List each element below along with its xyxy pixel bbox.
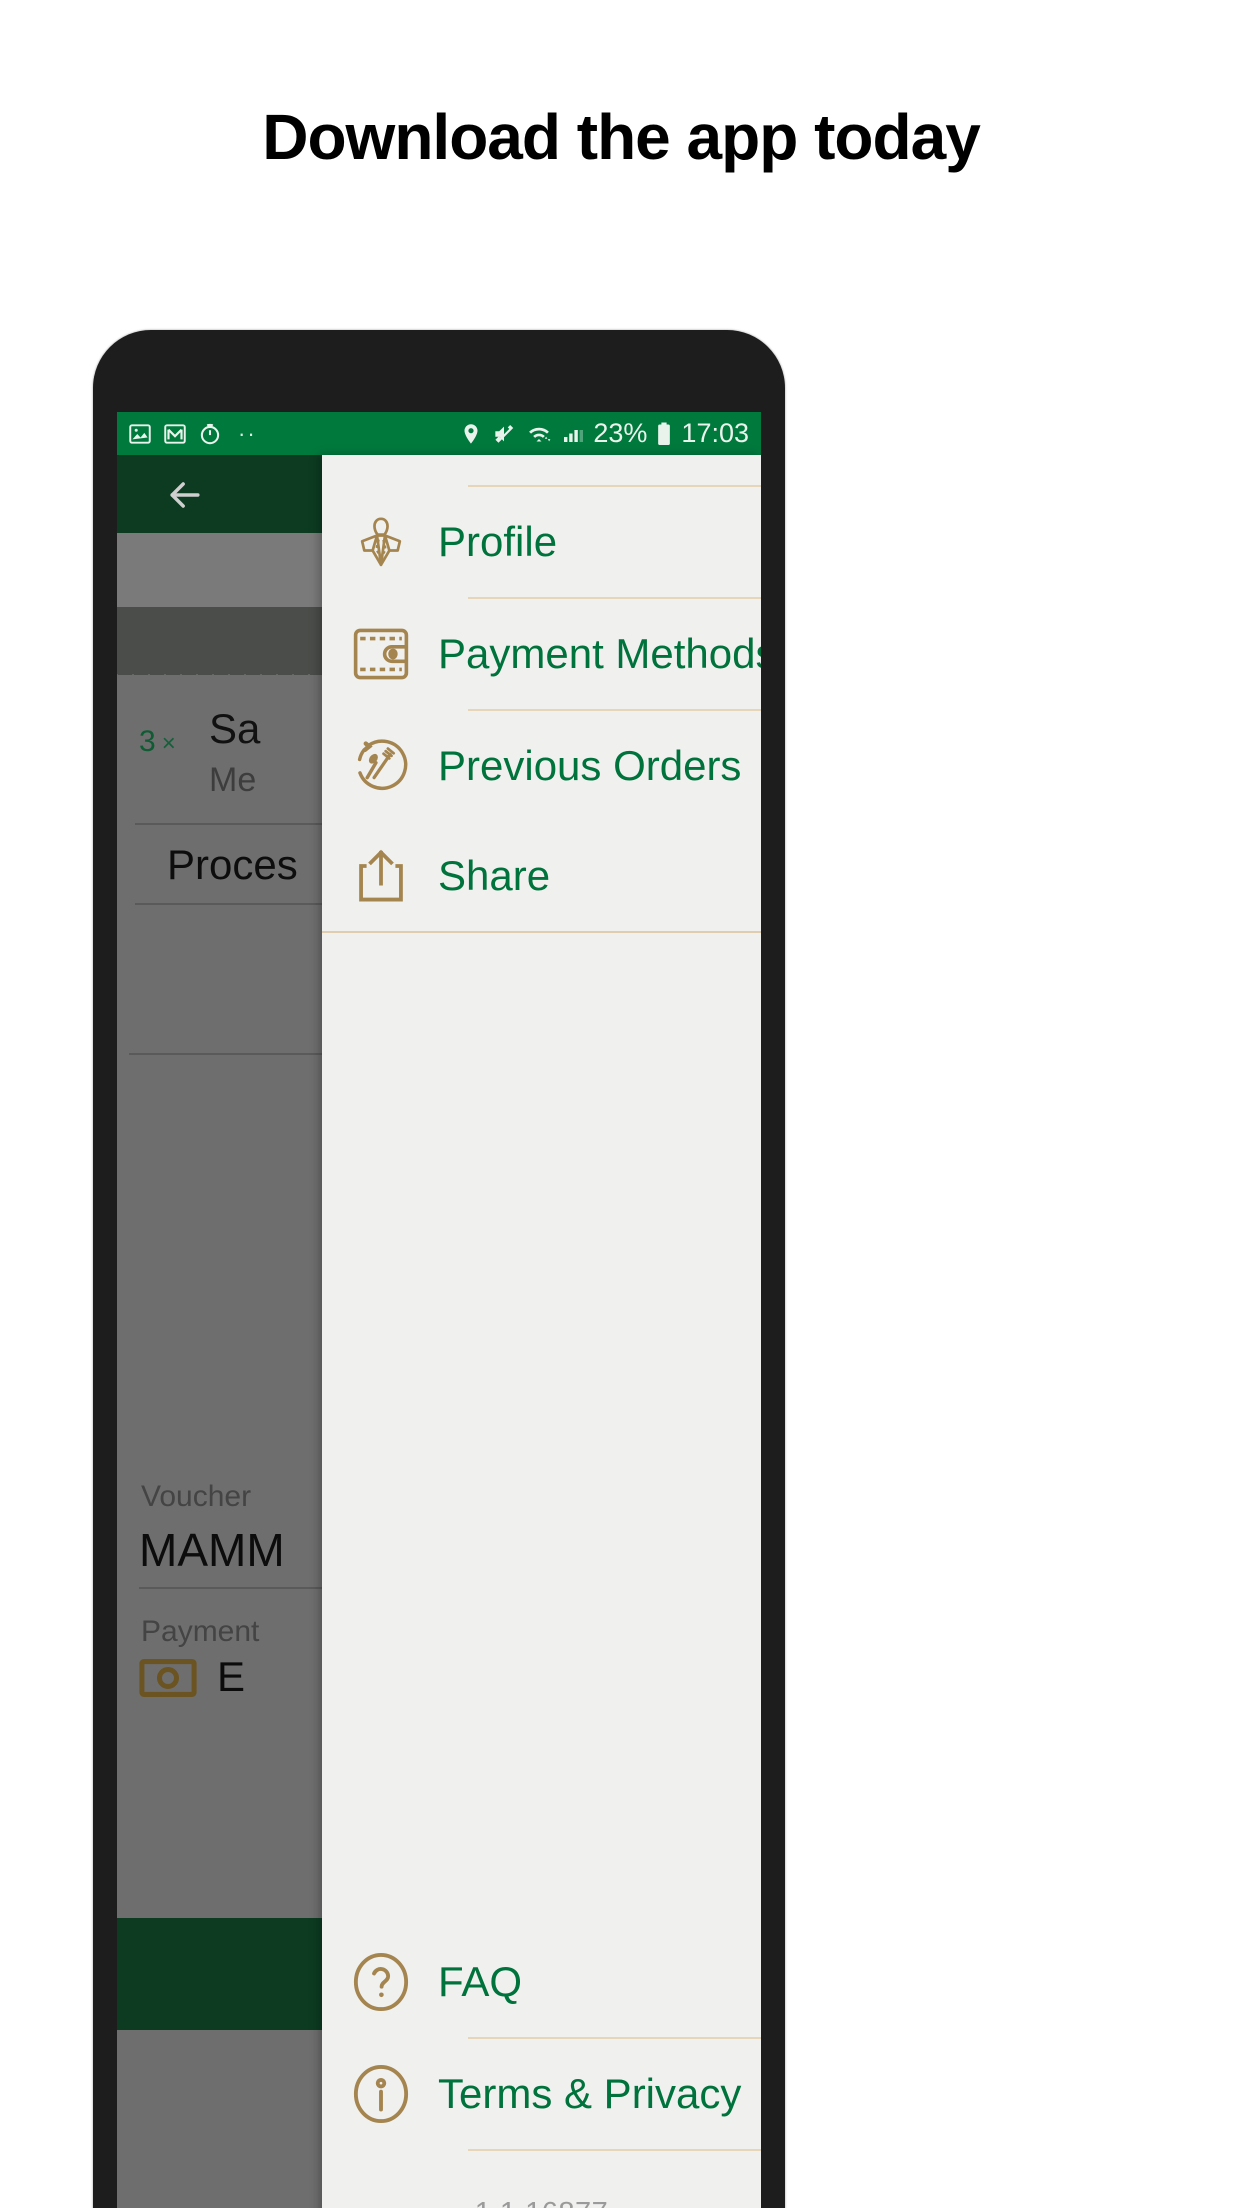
navigation-drawer: Profile Payment Methods Previous Orders … [322,455,761,2208]
menu-item-faq[interactable]: FAQ [322,1927,761,2037]
payment-value: E [217,1653,246,1700]
menu-item-label: Profile [438,518,558,565]
share-icon [350,845,412,907]
battery-icon [655,421,673,447]
phone-bezel [93,330,785,412]
location-icon [459,421,483,447]
status-bar-right: 23% 17:03 [459,420,749,447]
menu-item-label: Payment Methods [438,630,761,677]
info-icon [350,2063,412,2125]
processing-status: Proces [167,841,298,888]
menu-item-terms-privacy[interactable]: Terms & Privacy [322,2039,761,2149]
menu-item-label: Share [438,852,551,899]
profile-icon [350,511,412,573]
menu-item-share[interactable]: Share [322,821,761,931]
battery-percent: 23% [593,418,648,448]
phone-screen: ·· 23% 17:03 3 × Sa Me Proces Voucher MA… [117,412,761,2208]
question-mark-icon [350,1951,412,2013]
alarm-icon [197,421,223,447]
menu-item-profile[interactable]: Profile [322,487,761,597]
phone-mockup: ·· 23% 17:03 3 × Sa Me Proces Voucher MA… [93,330,785,2208]
drawer-bottom-section: FAQ Terms & Privacy [322,1927,761,2208]
payment-label: Payment [141,1615,260,1648]
voucher-label: Voucher [141,1480,252,1513]
app-version: 1.1.16877 [322,2151,761,2208]
menu-item-label: Terms & Privacy [438,2070,742,2117]
image-icon [127,421,153,447]
menu-item-label: Previous Orders [438,742,742,789]
item-name: Sa [209,705,261,752]
status-bar: ·· 23% 17:03 [117,412,761,455]
previous-orders-icon [350,735,412,797]
overflow-dots: ·· [238,420,257,446]
item-subtitle: Me [209,761,257,799]
voucher-code: MAMM [139,1524,285,1576]
promo-page: Download the app today ·· 23% 17:03 3 × … [0,0,1242,2208]
menu-item-previous-orders[interactable]: Previous Orders [322,711,761,821]
back-arrow-icon[interactable] [162,473,208,517]
item-quantity: 3 × [139,725,176,759]
mute-icon [491,421,517,447]
signal-icon [561,421,585,447]
item-quantity-x: × [161,730,176,757]
menu-item-label: FAQ [438,1958,523,2005]
banknote-icon [139,1657,197,1699]
clock-time: 17:03 [681,418,749,448]
drawer-spacer [322,933,761,1927]
status-bar-left: ·· [127,421,257,447]
drawer-top-section: Profile Payment Methods Previous Orders … [322,455,761,933]
item-quantity-value: 3 [139,725,156,758]
page-title: Download the app today [262,101,981,173]
menu-item-payment-methods[interactable]: Payment Methods [322,599,761,709]
wallet-icon [350,623,412,685]
gmail-icon [162,421,188,447]
wifi-icon [525,421,553,447]
